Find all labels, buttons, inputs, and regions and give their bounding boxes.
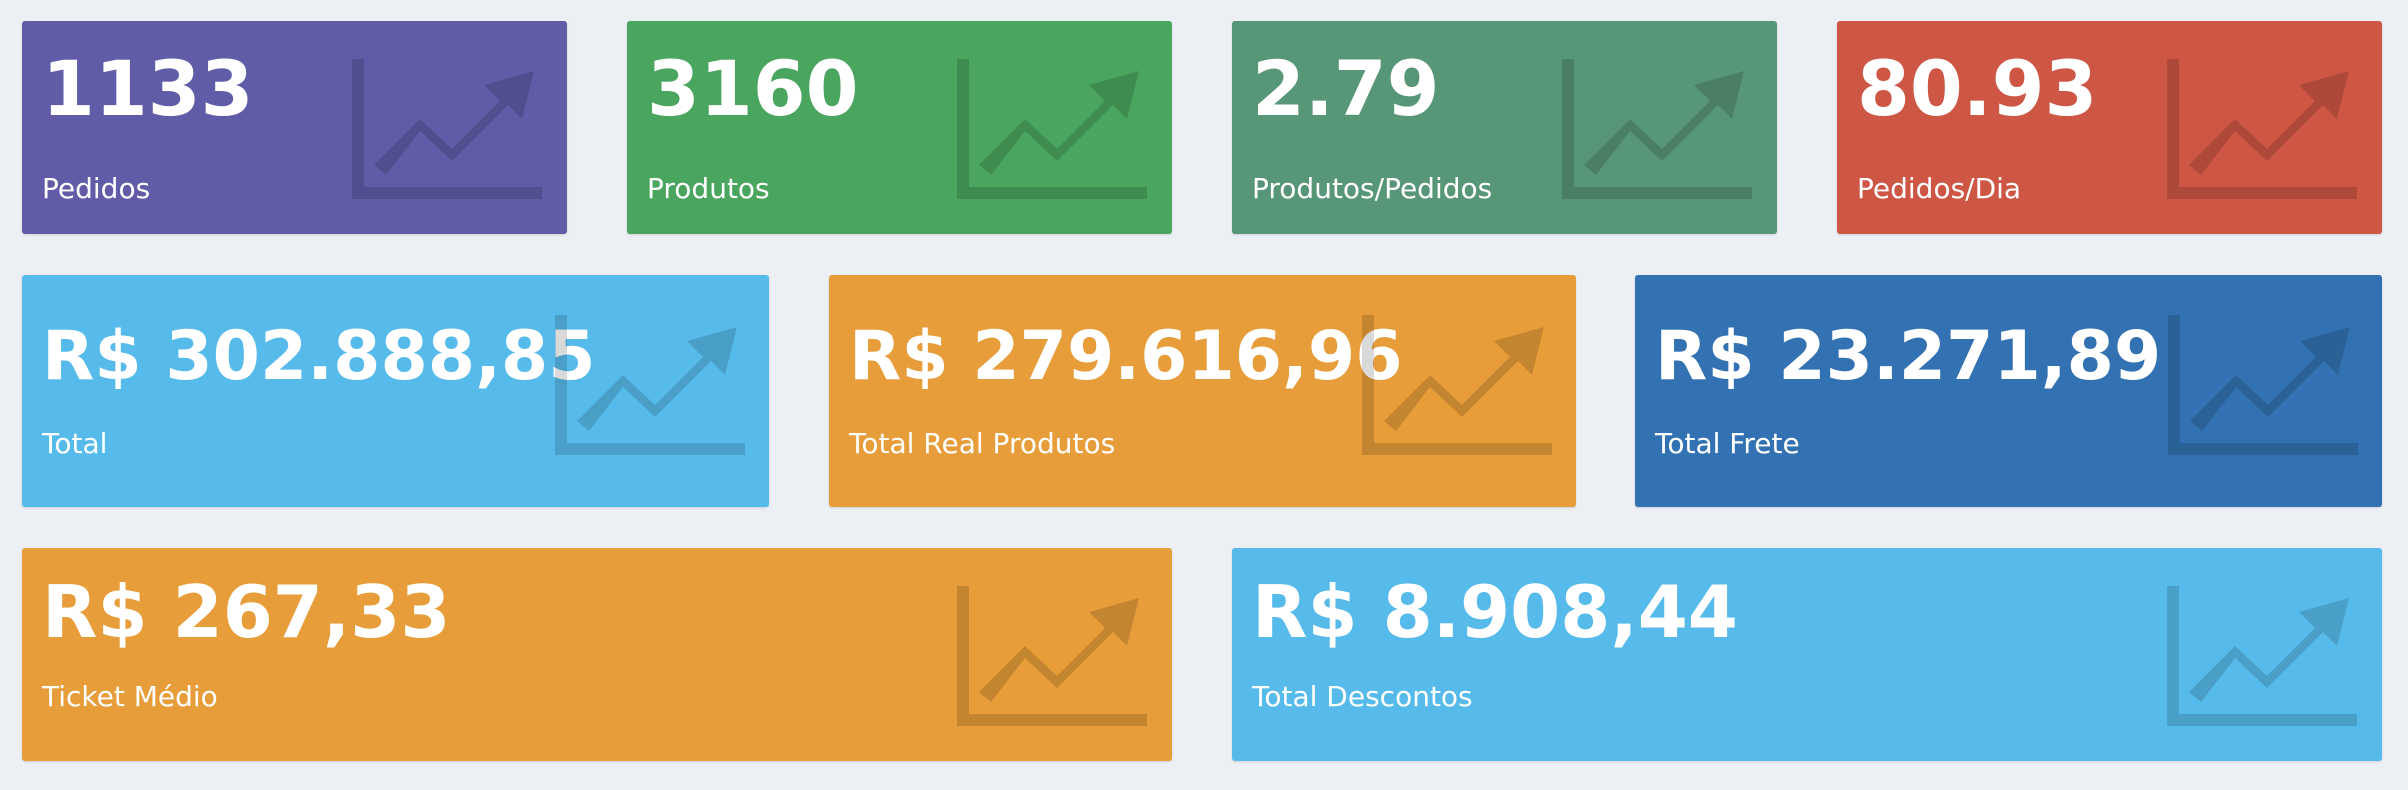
stat-box-produtos-pedidos: 2.79 Produtos/Pedidos <box>1232 21 1777 234</box>
chart-line-icon <box>2167 59 2357 199</box>
stat-value: R$ 267,33 <box>42 570 451 654</box>
chart-line-icon <box>2167 586 2357 726</box>
stat-label: Total Frete <box>1655 427 1800 460</box>
stat-value: 3160 <box>647 44 859 133</box>
stat-box-total: R$ 302.888,85 Total <box>22 275 769 507</box>
stat-label: Total <box>42 427 108 460</box>
chart-line-icon <box>555 315 745 455</box>
stat-value: 1133 <box>42 44 254 133</box>
stat-box-total-frete: R$ 23.271,89 Total Frete <box>1635 275 2382 507</box>
stat-value: 80.93 <box>1857 44 2098 133</box>
stat-value: R$ 23.271,89 <box>1655 317 2162 396</box>
stat-box-total-descontos: R$ 8.908,44 Total Descontos <box>1232 548 2382 761</box>
chart-line-icon <box>2168 315 2358 455</box>
stat-label: Pedidos/Dia <box>1857 172 2022 205</box>
stat-value: R$ 302.888,85 <box>42 317 596 396</box>
chart-line-icon <box>1362 315 1552 455</box>
stat-value: 2.79 <box>1252 44 1440 133</box>
stat-value: R$ 279.616,96 <box>849 317 1403 396</box>
stat-box-pedidos-dia: 80.93 Pedidos/Dia <box>1837 21 2382 234</box>
stat-value: R$ 8.908,44 <box>1252 570 1738 654</box>
stat-label: Produtos <box>647 172 770 205</box>
stat-box-produtos: 3160 Produtos <box>627 21 1172 234</box>
chart-line-icon <box>957 59 1147 199</box>
stat-label: Produtos/Pedidos <box>1252 172 1493 205</box>
stat-label: Total Descontos <box>1252 680 1473 713</box>
chart-line-icon <box>957 586 1147 726</box>
stat-box-total-real-produtos: R$ 279.616,96 Total Real Produtos <box>829 275 1576 507</box>
stat-label: Ticket Médio <box>42 680 218 713</box>
stat-box-ticket-medio: R$ 267,33 Ticket Médio <box>22 548 1172 761</box>
stat-box-pedidos: 1133 Pedidos <box>22 21 567 234</box>
stat-label: Total Real Produtos <box>849 427 1116 460</box>
chart-line-icon <box>1562 59 1752 199</box>
chart-line-icon <box>352 59 542 199</box>
stat-label: Pedidos <box>42 172 151 205</box>
